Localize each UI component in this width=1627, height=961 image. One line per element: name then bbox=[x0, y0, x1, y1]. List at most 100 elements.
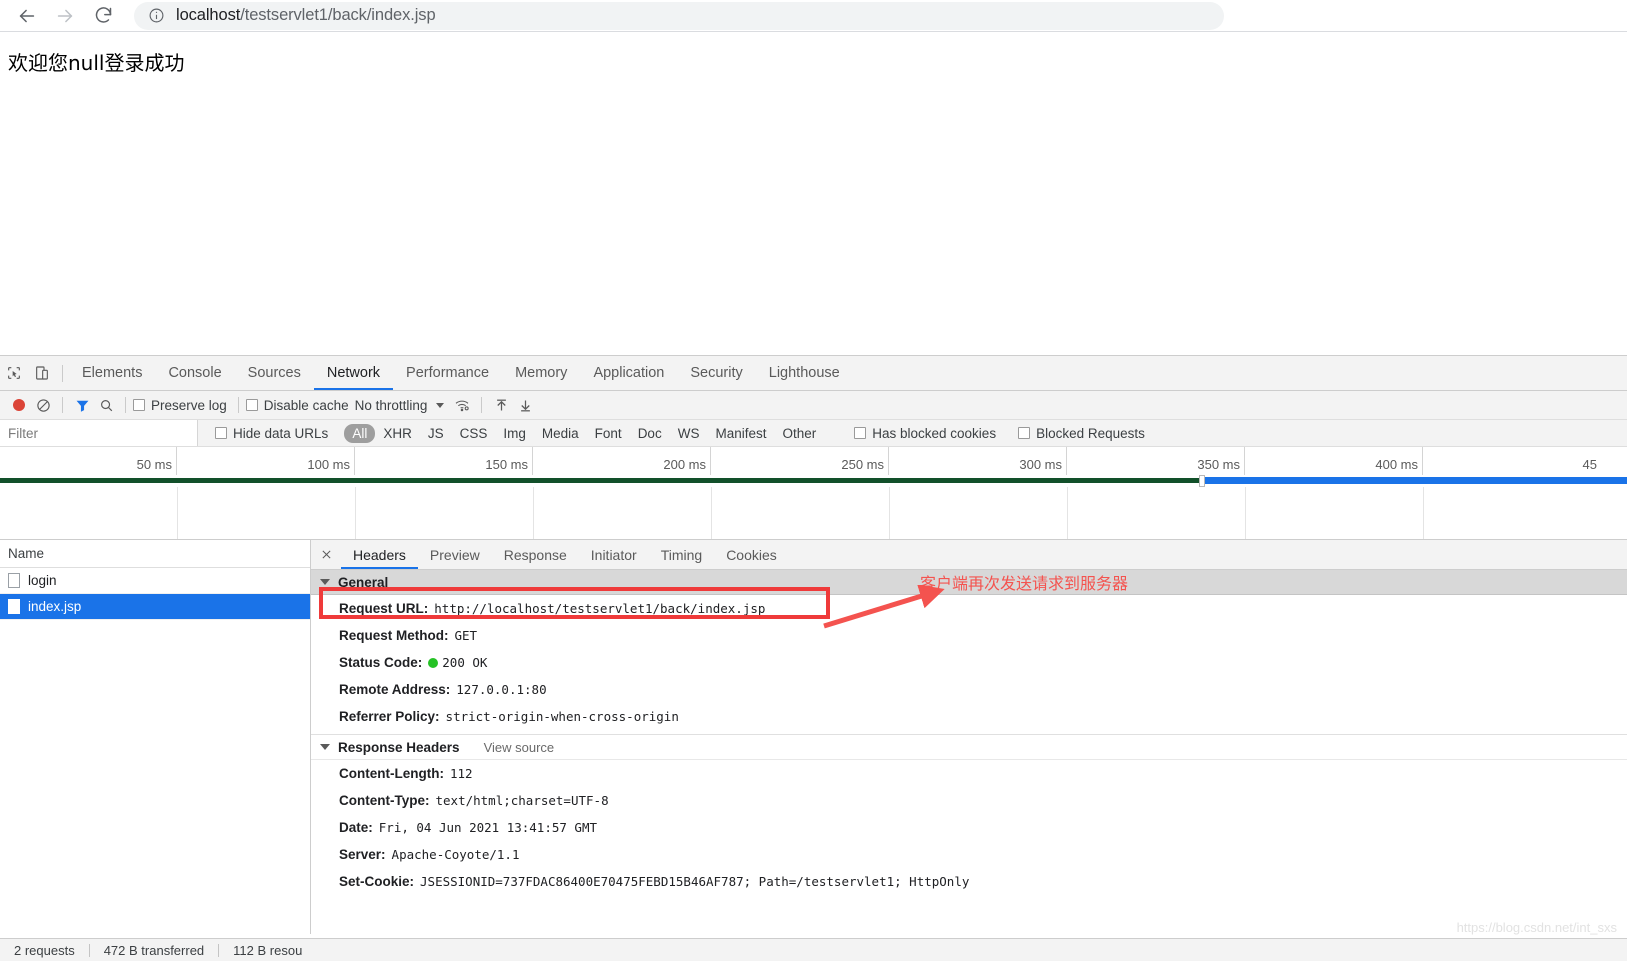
clear-icon[interactable] bbox=[31, 398, 55, 413]
header-name: Content-Type: bbox=[339, 793, 430, 808]
tick-label: 200 ms bbox=[663, 457, 706, 472]
page-content-text: 欢迎您null登录成功 bbox=[8, 51, 185, 75]
tick-label: 250 ms bbox=[841, 457, 884, 472]
type-filter-other[interactable]: Other bbox=[774, 424, 824, 443]
tab-network[interactable]: Network bbox=[314, 356, 393, 390]
type-filter-xhr[interactable]: XHR bbox=[375, 424, 420, 443]
response-headers-list: Content-Length: 112 Content-Type: text/h… bbox=[311, 760, 1627, 895]
chevron-down-icon bbox=[436, 402, 445, 408]
tab-performance[interactable]: Performance bbox=[393, 356, 502, 390]
navigation-buttons bbox=[0, 1, 122, 31]
request-row-index-jsp[interactable]: index.jsp bbox=[0, 594, 310, 620]
overview-bar-request-2 bbox=[1205, 477, 1627, 484]
toolbar-separator bbox=[62, 364, 63, 382]
controls-separator-2 bbox=[125, 397, 126, 413]
tab-application[interactable]: Application bbox=[580, 356, 677, 390]
network-overview[interactable]: 50 ms 100 ms 150 ms 200 ms 250 ms 300 ms… bbox=[0, 447, 1627, 540]
type-filter-ws[interactable]: WS bbox=[670, 424, 708, 443]
request-list-header[interactable]: Name bbox=[0, 540, 310, 568]
column-header-name: Name bbox=[8, 546, 45, 561]
header-row-request-url: Request URL: http://localhost/testservle… bbox=[311, 595, 1627, 622]
throttling-dropdown[interactable]: No throttling bbox=[355, 398, 445, 413]
collapse-triangle-icon bbox=[320, 744, 330, 750]
detail-tab-headers[interactable]: Headers bbox=[341, 540, 418, 569]
type-filter-css[interactable]: CSS bbox=[452, 424, 496, 443]
type-filter-all[interactable]: All bbox=[344, 423, 376, 443]
back-icon[interactable] bbox=[8, 1, 46, 31]
checkbox-box bbox=[1018, 427, 1031, 439]
header-row-request-method: Request Method: GET bbox=[311, 622, 1627, 649]
filter-input[interactable] bbox=[0, 420, 198, 446]
type-filter-img[interactable]: Img bbox=[495, 424, 534, 443]
search-icon[interactable] bbox=[94, 398, 118, 413]
view-source-link[interactable]: View source bbox=[484, 740, 555, 755]
record-button[interactable] bbox=[7, 399, 31, 411]
preserve-log-label: Preserve log bbox=[151, 397, 227, 413]
tab-memory[interactable]: Memory bbox=[502, 356, 580, 390]
controls-separator-1 bbox=[62, 397, 63, 413]
address-bar[interactable]: localhost/testservlet1/back/index.jsp bbox=[134, 1, 1224, 30]
request-name: index.jsp bbox=[28, 599, 82, 614]
type-filter-media[interactable]: Media bbox=[534, 424, 587, 443]
inspect-element-icon[interactable] bbox=[0, 360, 28, 386]
status-ok-icon bbox=[428, 658, 439, 668]
detail-tab-response[interactable]: Response bbox=[492, 540, 579, 569]
detail-tab-preview[interactable]: Preview bbox=[418, 540, 492, 569]
close-icon[interactable] bbox=[311, 540, 341, 569]
device-toolbar-icon[interactable] bbox=[28, 360, 56, 386]
header-value: Apache-Coyote/1.1 bbox=[391, 847, 520, 862]
preserve-log-checkbox[interactable]: Preserve log bbox=[133, 398, 227, 413]
type-filter-manifest[interactable]: Manifest bbox=[707, 424, 774, 443]
import-har-icon[interactable] bbox=[489, 398, 513, 413]
throttling-label: No throttling bbox=[354, 397, 428, 413]
type-filter-doc[interactable]: Doc bbox=[630, 424, 670, 443]
detail-tab-cookies[interactable]: Cookies bbox=[714, 540, 789, 569]
disable-cache-checkbox[interactable]: Disable cache bbox=[245, 398, 349, 413]
tab-security[interactable]: Security bbox=[677, 356, 755, 390]
type-filter-js[interactable]: JS bbox=[420, 424, 452, 443]
forward-icon[interactable] bbox=[46, 1, 84, 31]
overview-grid bbox=[0, 487, 1627, 539]
header-name: Set-Cookie: bbox=[339, 874, 415, 889]
tick-label: 45 bbox=[1582, 457, 1597, 472]
general-headers-list: Request URL: http://localhost/testservle… bbox=[311, 595, 1627, 735]
blocked-requests-checkbox[interactable]: Blocked Requests bbox=[1018, 426, 1145, 441]
filter-icon[interactable] bbox=[70, 398, 94, 413]
tab-lighthouse[interactable]: Lighthouse bbox=[756, 356, 853, 390]
network-conditions-icon[interactable] bbox=[450, 397, 474, 413]
details-tabbar: Headers Preview Response Initiator Timin… bbox=[311, 540, 1627, 570]
checkbox-box bbox=[133, 399, 145, 411]
type-filter-font[interactable]: Font bbox=[587, 424, 630, 443]
tick-label: 350 ms bbox=[1197, 457, 1240, 472]
header-name: Server: bbox=[339, 847, 386, 862]
tab-elements[interactable]: Elements bbox=[69, 356, 155, 390]
hide-data-urls-checkbox[interactable]: Hide data URLs bbox=[215, 426, 328, 441]
annotation-text: 客户端再次发送请求到服务器 bbox=[920, 574, 1129, 593]
request-details-pane: Headers Preview Response Initiator Timin… bbox=[311, 540, 1627, 934]
site-info-icon[interactable] bbox=[148, 7, 165, 24]
header-value: 127.0.0.1:80 bbox=[456, 682, 547, 697]
header-name: Referrer Policy: bbox=[339, 709, 440, 724]
header-name: Remote Address: bbox=[339, 682, 451, 697]
header-name: Content-Length: bbox=[339, 766, 444, 781]
detail-tab-initiator[interactable]: Initiator bbox=[579, 540, 649, 569]
network-split-view: Name login index.jsp Headers Preview Res… bbox=[0, 540, 1627, 934]
document-icon bbox=[8, 573, 20, 588]
blocked-requests-label: Blocked Requests bbox=[1036, 425, 1145, 441]
detail-tab-timing[interactable]: Timing bbox=[649, 540, 715, 569]
tab-console[interactable]: Console bbox=[155, 356, 234, 390]
timeline-ruler: 50 ms 100 ms 150 ms 200 ms 250 ms 300 ms… bbox=[0, 447, 1627, 475]
request-name: login bbox=[28, 573, 57, 588]
reload-icon[interactable] bbox=[84, 1, 122, 31]
tab-sources[interactable]: Sources bbox=[235, 356, 314, 390]
export-har-icon[interactable] bbox=[513, 398, 537, 413]
has-blocked-cookies-checkbox[interactable]: Has blocked cookies bbox=[854, 426, 996, 441]
request-row-login[interactable]: login bbox=[0, 568, 310, 594]
blocked-filters: Has blocked cookies Blocked Requests bbox=[854, 426, 1149, 441]
has-blocked-cookies-label: Has blocked cookies bbox=[872, 425, 997, 441]
header-row-remote-address: Remote Address: 127.0.0.1:80 bbox=[311, 676, 1627, 703]
header-name: Date: bbox=[339, 820, 373, 835]
response-headers-section-header[interactable]: Response Headers View source bbox=[311, 735, 1627, 760]
overview-window-handle[interactable] bbox=[1199, 475, 1205, 487]
status-requests: 2 requests bbox=[14, 942, 75, 958]
